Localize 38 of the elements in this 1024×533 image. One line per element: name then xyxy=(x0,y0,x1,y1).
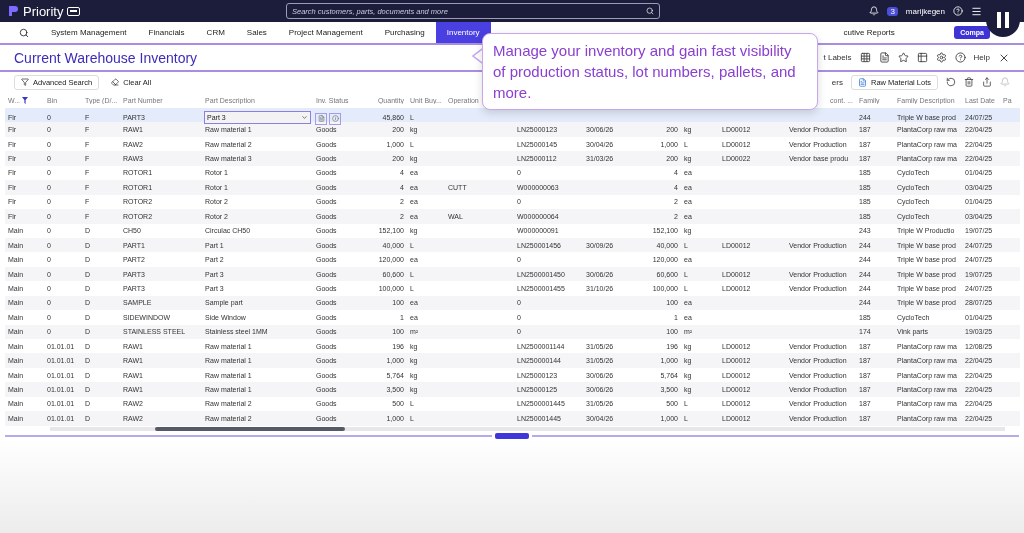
labels-button[interactable]: t Labels xyxy=(823,53,852,62)
grid-icon[interactable] xyxy=(859,52,871,63)
notification-badge[interactable]: 3 xyxy=(887,6,898,16)
nav-tab[interactable]: CRM xyxy=(195,22,236,43)
scrollbar[interactable] xyxy=(50,426,1005,431)
eraser-icon xyxy=(111,78,120,86)
nav-tab[interactable]: cutive Reports xyxy=(843,28,895,37)
form-icon[interactable] xyxy=(878,52,890,63)
star-icon[interactable] xyxy=(897,52,909,63)
nav-tab[interactable]: Sales xyxy=(235,22,278,43)
share-icon[interactable] xyxy=(982,77,992,87)
resize-handle[interactable] xyxy=(495,432,529,439)
keyboard-icon[interactable] xyxy=(67,6,81,16)
nav-tab[interactable]: Financials xyxy=(137,22,196,43)
filter-icon xyxy=(22,97,29,104)
caret-icon xyxy=(301,113,308,121)
brand-name: Priority xyxy=(23,3,64,19)
nav-tab[interactable]: Inventory xyxy=(435,22,491,43)
logo-icon xyxy=(8,5,19,17)
spreadsheet-icon[interactable] xyxy=(916,52,928,63)
help-link[interactable]: Help xyxy=(973,53,990,62)
help-icon[interactable] xyxy=(954,52,966,63)
form-title: Current Warehouse Inventory xyxy=(14,49,198,66)
menu-icon[interactable] xyxy=(971,5,982,17)
nav-tab[interactable]: Purchasing xyxy=(373,22,436,43)
search-icon[interactable] xyxy=(19,27,29,38)
trash-icon[interactable] xyxy=(964,77,974,87)
nav-tab[interactable]: Project Management xyxy=(277,22,374,43)
search-icon xyxy=(646,7,654,15)
user-name[interactable]: marijkegen xyxy=(905,6,945,16)
bell-icon[interactable] xyxy=(869,6,880,16)
settings-icon[interactable] xyxy=(935,52,947,63)
nav-tab[interactable]: System Management xyxy=(40,22,138,43)
document-icon xyxy=(857,77,867,87)
refresh-icon[interactable] xyxy=(946,77,956,87)
filter-icon xyxy=(21,78,29,86)
filters-button[interactable]: ers xyxy=(831,77,843,87)
tooltip: Manage your inventory and gain fast visibility of production status, lot numbers, pallets, and more. xyxy=(482,33,818,110)
